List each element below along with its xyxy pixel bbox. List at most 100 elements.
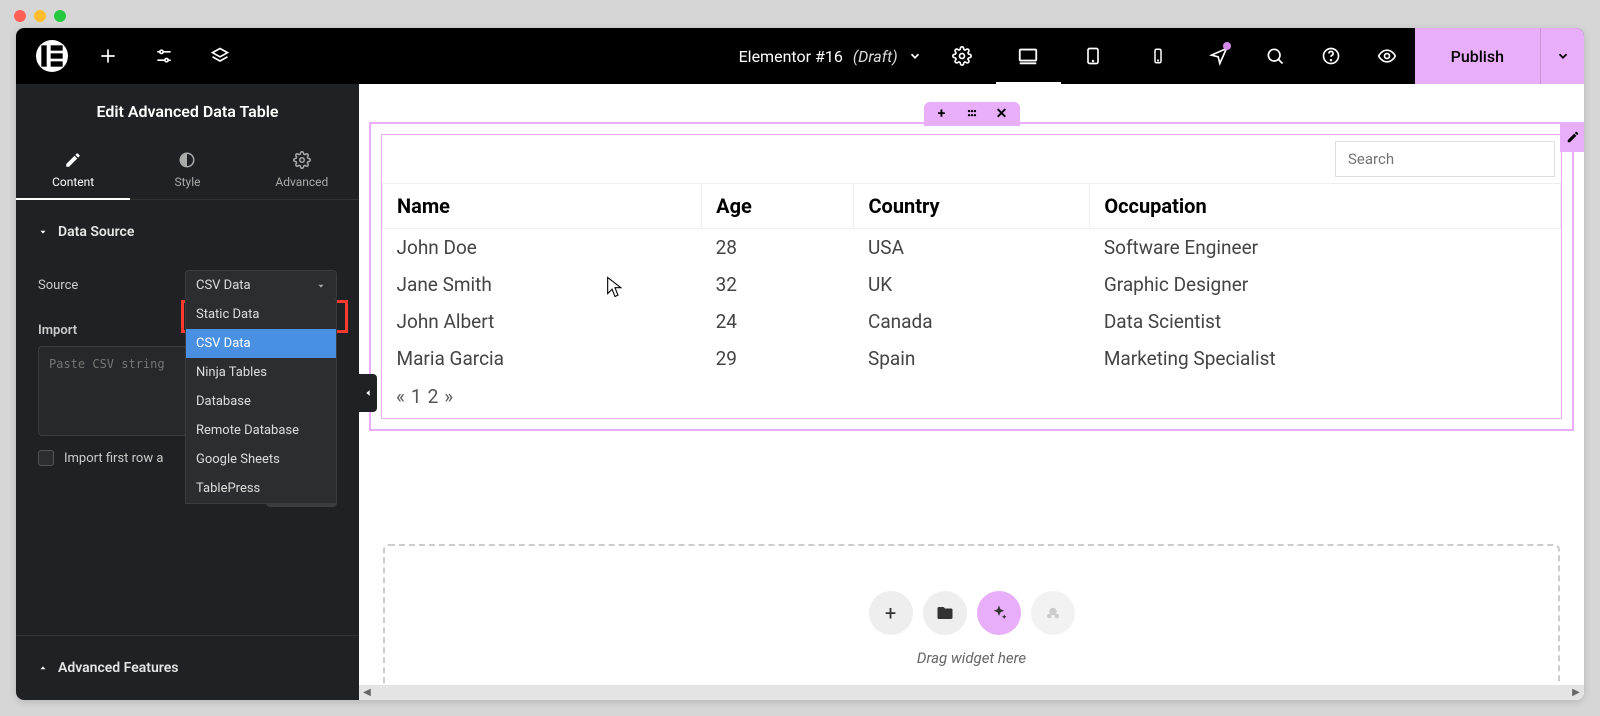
layers-button[interactable] (192, 28, 248, 84)
panel-title: Edit Advanced Data Table (16, 84, 359, 139)
data-source-section: Data Source Source CSV Data Static DataC… (16, 200, 359, 523)
window-minimize-dot[interactable] (34, 10, 46, 22)
source-dropdown: Static DataCSV DataNinja TablesDatabaseR… (185, 300, 337, 504)
topbar-center: Elementor #16 (Draft) (248, 28, 1191, 84)
widget-drag-handle[interactable] (964, 106, 980, 122)
table-cell: USA (854, 229, 1090, 267)
chevron-down-icon (908, 49, 922, 63)
table-inner-border: NameAgeCountryOccupation John Doe28USASo… (381, 134, 1562, 419)
tab-style[interactable]: Style (130, 139, 244, 199)
table-cell: Maria Garcia (383, 340, 702, 377)
scroll-right-arrow[interactable]: ▶ (1568, 685, 1584, 700)
table-cell: John Albert (383, 303, 702, 340)
table-header-cell: Age (702, 184, 854, 229)
import-label: Import (38, 323, 77, 338)
device-desktop-button[interactable] (996, 28, 1061, 84)
preview-button[interactable] (1359, 28, 1415, 84)
document-title-section[interactable]: Elementor #16 (Draft) (723, 28, 938, 84)
source-control-row: Source CSV Data Static DataCSV DataNinja… (38, 262, 337, 309)
pagination-page[interactable]: 2 (428, 385, 439, 408)
table-row: John Doe28USASoftware Engineer (383, 229, 1561, 267)
publish-button[interactable]: Publish (1415, 28, 1540, 84)
window-close-dot[interactable] (14, 10, 26, 22)
caret-right-icon (38, 663, 48, 673)
widget-close-button[interactable]: ✕ (994, 106, 1010, 122)
table-row: John Albert24CanadaData Scientist (383, 303, 1561, 340)
data-source-title: Data Source (58, 224, 134, 240)
elementor-logo[interactable] (36, 40, 68, 72)
table-pagination: « 12» (382, 377, 1561, 418)
tab-content[interactable]: Content (16, 139, 130, 199)
horizontal-scrollbar[interactable]: ◀ ▶ (359, 685, 1584, 700)
data-table: NameAgeCountryOccupation John Doe28USASo… (382, 183, 1561, 377)
table-row: Jane Smith32UKGraphic Designer (383, 266, 1561, 303)
import-first-row-checkbox[interactable] (38, 450, 54, 466)
drop-area-buttons: + (869, 591, 1075, 635)
window-zoom-dot[interactable] (54, 10, 66, 22)
add-element-button[interactable] (80, 28, 136, 84)
scroll-left-arrow[interactable]: ◀ (359, 685, 375, 700)
topbar-right: Publish (1191, 28, 1584, 84)
help-button[interactable] (1303, 28, 1359, 84)
template-folder-button[interactable] (923, 591, 967, 635)
source-option[interactable]: CSV Data (186, 329, 336, 358)
pagination-prev[interactable]: « (396, 385, 405, 408)
page-settings-button[interactable] (938, 28, 986, 84)
tab-content-label: Content (52, 175, 94, 189)
source-option[interactable]: Static Data (186, 300, 336, 329)
table-header-row: NameAgeCountryOccupation (383, 184, 1561, 229)
table-cell: 28 (702, 229, 854, 267)
advanced-features-title: Advanced Features (58, 660, 178, 676)
source-option[interactable]: Google Sheets (186, 445, 336, 474)
table-cell: UK (854, 266, 1090, 303)
app-body: Edit Advanced Data Table Content Style A… (16, 84, 1584, 700)
table-header-cell: Name (383, 184, 702, 229)
source-option[interactable]: Remote Database (186, 416, 336, 445)
table-cell: Marketing Specialist (1090, 340, 1561, 377)
document-status: (Draft) (853, 47, 898, 66)
ai-button[interactable] (977, 591, 1021, 635)
add-widget-button[interactable]: + (869, 591, 913, 635)
table-body: John Doe28USASoftware EngineerJane Smith… (383, 229, 1561, 378)
table-search-input[interactable] (1335, 141, 1555, 177)
advanced-features-header[interactable]: Advanced Features (38, 652, 337, 684)
widget-add-button[interactable]: + (934, 106, 950, 122)
device-tablet-button[interactable] (1061, 28, 1126, 84)
app-window: Elementor #16 (Draft) (16, 28, 1584, 700)
pagination-page[interactable]: 1 (411, 385, 422, 408)
notifications-button[interactable] (1191, 28, 1247, 84)
drop-area-text: Drag widget here (917, 649, 1026, 667)
table-widget[interactable]: NameAgeCountryOccupation John Doe28USASo… (369, 122, 1574, 431)
table-cell: Canada (854, 303, 1090, 340)
pagination-next[interactable]: » (444, 385, 453, 408)
data-source-header[interactable]: Data Source (38, 216, 337, 248)
device-mobile-button[interactable] (1126, 28, 1191, 84)
source-option[interactable]: TablePress (186, 474, 336, 503)
source-option[interactable]: Ninja Tables (186, 358, 336, 387)
source-select[interactable]: CSV Data Static DataCSV DataNinja Tables… (185, 270, 337, 301)
publish-dropdown-button[interactable] (1540, 28, 1584, 84)
editor-sidebar: Edit Advanced Data Table Content Style A… (16, 84, 359, 700)
table-cell: Graphic Designer (1090, 266, 1561, 303)
misc-button[interactable] (1031, 591, 1075, 635)
table-cell: Jane Smith (383, 266, 702, 303)
table-row: Maria Garcia29SpainMarketing Specialist (383, 340, 1561, 377)
device-preview-group (996, 28, 1191, 84)
collapse-sidebar-handle[interactable] (359, 374, 377, 412)
advanced-features-section: Advanced Features (16, 635, 359, 700)
topbar: Elementor #16 (Draft) (16, 28, 1584, 84)
caret-down-icon (38, 227, 48, 237)
tab-style-label: Style (174, 175, 200, 189)
settings-sliders-button[interactable] (136, 28, 192, 84)
tab-advanced[interactable]: Advanced (245, 139, 359, 199)
source-option[interactable]: Database (186, 387, 336, 416)
table-cell: 24 (702, 303, 854, 340)
tab-advanced-label: Advanced (275, 175, 328, 189)
canvas[interactable]: + ✕ NameAgeCountryOccupation John Doe28U… (359, 84, 1584, 700)
import-first-row-label: Import first row a (64, 451, 163, 466)
table-cell: 29 (702, 340, 854, 377)
scrollbar-track[interactable] (375, 685, 1568, 700)
drop-area[interactable]: + Drag widget here (383, 544, 1560, 700)
search-button[interactable] (1247, 28, 1303, 84)
widget-edit-button[interactable] (1560, 122, 1584, 152)
